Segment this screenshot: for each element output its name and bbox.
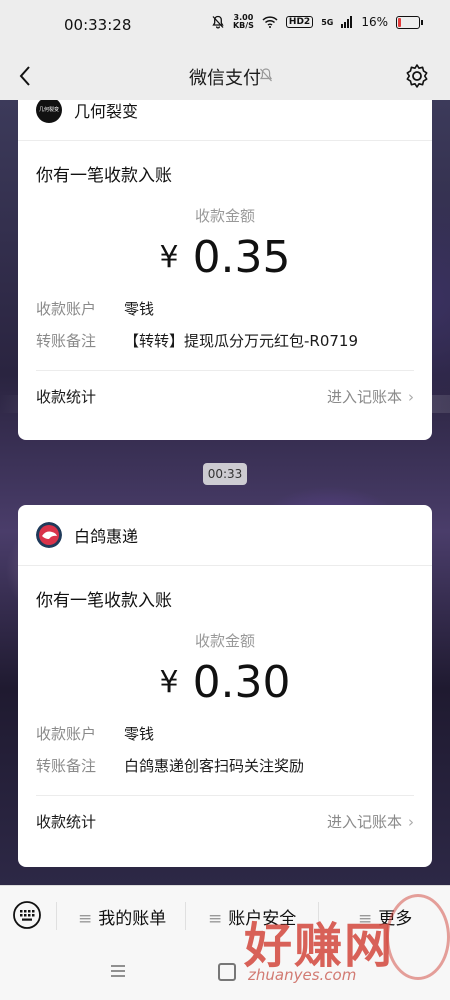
amount-value: 0.35 (192, 232, 291, 283)
ledger-link[interactable]: 进入记账本 › (327, 811, 414, 832)
merchant-logo-text: 几何裂变 (38, 107, 59, 113)
chevron-right-icon: › (408, 388, 414, 406)
menu-separator (185, 902, 186, 930)
account-value: 零钱 (124, 724, 155, 743)
card-heading: 你有一笔收款入账 (36, 166, 172, 186)
payment-card-1[interactable]: 几何裂变 几何裂变 你有一笔收款入账 收款金额 ¥0.35 收款账户 零钱 转账… (18, 80, 432, 440)
menu-separator (56, 902, 57, 930)
hd-badge: HD2 (285, 16, 314, 28)
note-row: 转账备注 【转转】提现瓜分万元红包-R0719 (18, 324, 432, 356)
signal-label: 5G (321, 17, 334, 27)
recent-apps-icon[interactable] (110, 963, 126, 979)
note-key: 转账备注 (36, 331, 97, 350)
bell-off-icon (212, 15, 224, 29)
ledger-link[interactable]: 进入记账本 › (327, 386, 414, 407)
page-title: 微信支付 (189, 68, 261, 89)
amount-label: 收款金额 (194, 207, 255, 225)
card-heading: 你有一笔收款入账 (36, 591, 172, 611)
battery-icon (396, 15, 423, 29)
amount-label: 收款金额 (194, 632, 255, 650)
currency-symbol: ¥ (159, 240, 179, 275)
keyboard-icon[interactable] (12, 900, 42, 930)
watermark: 好赚网 zhuanyes.com (238, 888, 450, 1000)
status-icons: 3.00 KB/S HD2 5G 16% (211, 14, 423, 30)
signal-bars-icon (341, 16, 353, 28)
menu-item-bills[interactable]: ≡ 我的账单 (78, 904, 166, 929)
merchant-name[interactable]: 几何裂变 (74, 98, 138, 122)
amount-value: 0.30 (192, 657, 291, 708)
note-value: 【转转】提现瓜分万元红包-R0719 (124, 331, 359, 350)
merchant-logo: 几何裂变 (36, 97, 62, 123)
watermark-url: zhuanyes.com (248, 966, 357, 984)
watermark-seal (386, 894, 450, 980)
mute-bell-icon (259, 68, 273, 82)
amount: ¥0.35 (18, 232, 432, 292)
currency-symbol: ¥ (159, 665, 179, 700)
menu-item-label: 我的账单 (98, 909, 167, 929)
dove-logo-icon (36, 522, 62, 548)
battery-percent: 16% (361, 15, 388, 29)
ledger-label: 进入记账本 (326, 813, 402, 831)
amount: ¥0.30 (18, 657, 432, 717)
menu-lines-icon: ≡ (208, 909, 223, 929)
note-value: 白鸽惠递创客扫码关注奖励 (124, 756, 305, 775)
stats-label: 收款统计 (36, 388, 97, 406)
nav-bar-overlay: 微信支付 (0, 52, 450, 100)
account-row: 收款账户 零钱 (18, 717, 432, 749)
chevron-right-icon: › (408, 813, 414, 831)
ledger-label: 进入记账本 (326, 388, 402, 406)
home-button-icon[interactable] (218, 963, 236, 981)
card-header: 白鸽惠递 (18, 505, 432, 566)
payment-card-2[interactable]: 白鸽惠递 你有一笔收款入账 收款金额 ¥0.30 收款账户 零钱 转账备注 白鸽… (18, 505, 432, 867)
account-value: 零钱 (124, 299, 155, 318)
net-speed-unit: KB/S (232, 21, 254, 30)
account-key: 收款账户 (36, 724, 97, 743)
battery-fill (398, 17, 401, 27)
status-time: 00:33:28 (64, 16, 132, 34)
stats-label: 收款统计 (36, 813, 97, 831)
menu-lines-icon: ≡ (78, 909, 93, 929)
card-footer[interactable]: 收款统计 进入记账本 › (18, 371, 432, 423)
gear-icon[interactable] (404, 63, 430, 89)
status-bar: 00:33:28 3.00 KB/S HD2 5G 16% (0, 0, 450, 52)
merchant-name[interactable]: 白鸽惠递 (74, 523, 138, 547)
note-key: 转账备注 (36, 756, 97, 775)
message-timestamp: 00:33 (203, 463, 247, 485)
wifi-icon (262, 16, 278, 28)
note-row: 转账备注 白鸽惠递创客扫码关注奖励 (18, 749, 432, 781)
account-row: 收款账户 零钱 (18, 292, 432, 324)
account-key: 收款账户 (36, 299, 97, 318)
net-speed: 3.00 KB/S (233, 14, 254, 30)
card-footer[interactable]: 收款统计 进入记账本 › (18, 796, 432, 848)
